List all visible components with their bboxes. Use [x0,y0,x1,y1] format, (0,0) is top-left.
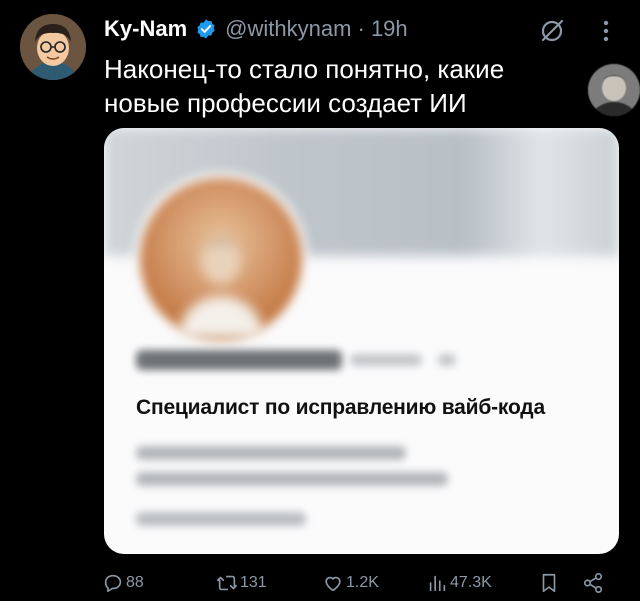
author-name[interactable]: Ky-Nam [104,16,187,42]
author-avatar[interactable] [20,14,86,80]
tweet-text-line: новые профессии создает ИИ [104,88,467,118]
more-icon[interactable] [596,16,616,46]
blurred-name [136,350,342,370]
share-icon [583,573,603,593]
bookmark-button[interactable] [538,570,562,596]
blurred-badges [350,354,422,366]
blurred-connections [136,512,306,526]
tweet-text-line: Наконец-то стало понятно, какие [104,54,505,84]
blurred-badges [438,354,456,366]
tweet-actions: 88 131 1.2K 47.3K [104,570,624,598]
other-user-avatar[interactable] [588,64,640,116]
share-button[interactable] [582,570,606,596]
like-button[interactable]: 1.2K [322,570,379,596]
tweet-media-image[interactable]: Специалист по исправлению вайб-кода [104,128,619,554]
repost-count: 131 [240,574,267,591]
bookmark-icon [542,573,556,593]
reply-button[interactable]: 88 [102,570,144,596]
views-button[interactable]: 47.3K [426,570,492,596]
profile-headline: Специалист по исправлению вайб-кода [136,396,545,419]
profile-person-figure [179,236,263,338]
blurred-detail [136,446,406,460]
verified-badge-icon [197,19,215,39]
blurred-detail [136,472,448,486]
like-icon [325,576,341,592]
author-handle-time[interactable]: @withkynam · 19h [225,16,408,42]
views-count: 47.3K [450,574,492,591]
repost-button[interactable]: 131 [216,570,267,596]
tweet-text: Наконец-то стало понятно, какие новые пр… [104,52,574,120]
reply-count: 88 [126,574,144,591]
reply-icon [104,574,122,593]
grok-icon[interactable] [537,16,567,46]
like-count: 1.2K [346,574,379,591]
repost-icon [217,575,237,591]
views-icon [429,575,446,592]
